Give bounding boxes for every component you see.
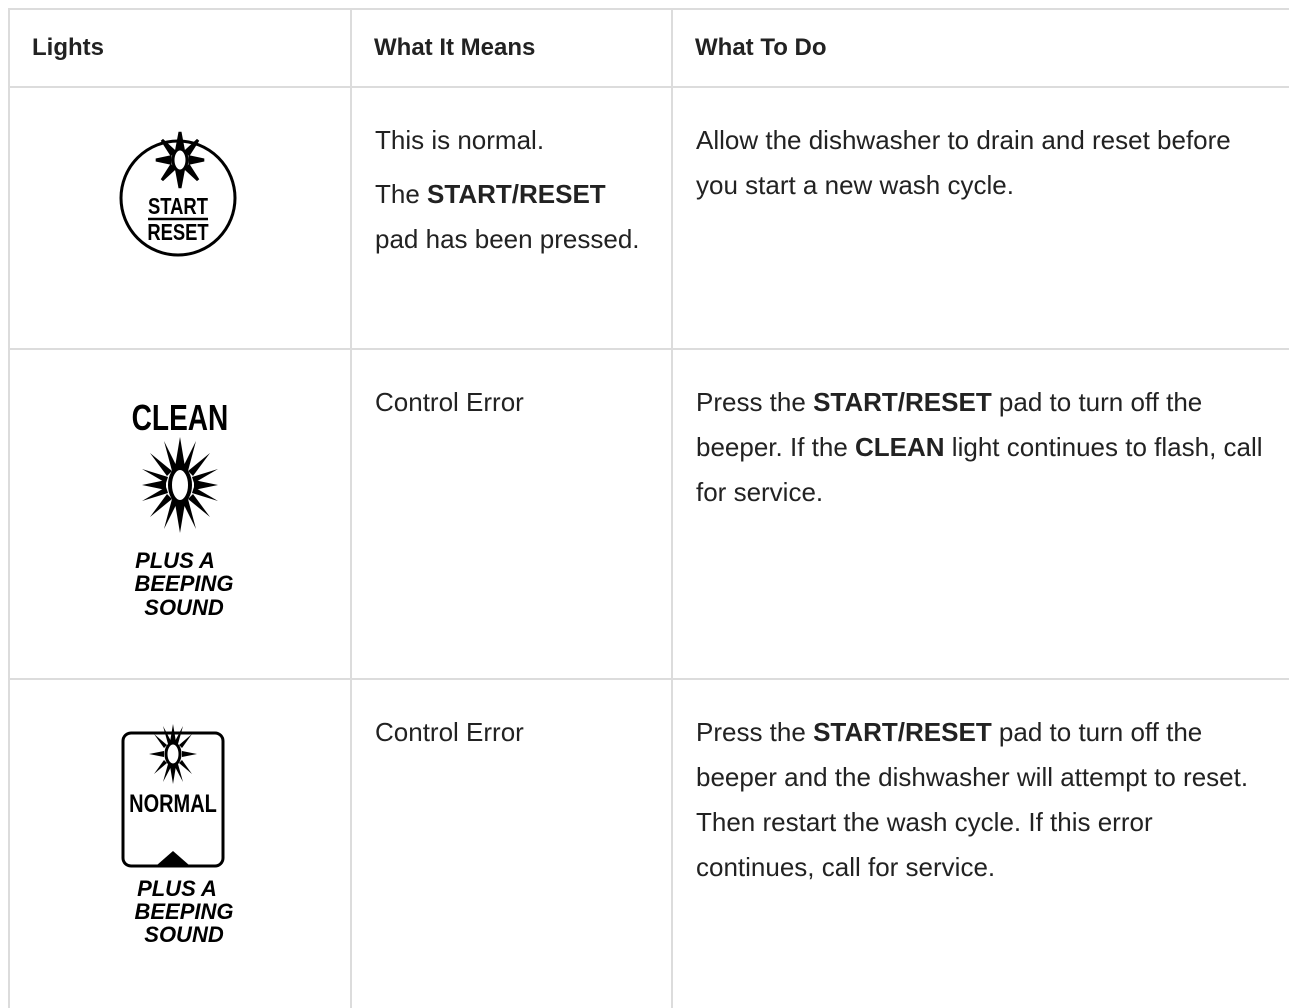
meaning-text-part: The bbox=[375, 179, 428, 209]
lights-cell: NORMAL PLUS A BEEPING SOUND bbox=[8, 678, 352, 1008]
flash-burst-icon bbox=[155, 131, 205, 189]
meaning-text: Control Error bbox=[375, 387, 524, 417]
meaning-cell: This is normal. The START/RESET pad has … bbox=[350, 86, 673, 350]
meaning-text-2: The START/RESET pad has been pressed. bbox=[375, 172, 649, 262]
todo-cell: Press the START/RESET pad to turn off th… bbox=[671, 678, 1289, 1008]
beeping-caption-2: BEEPING bbox=[134, 571, 233, 596]
normal-label: NORMAL bbox=[129, 790, 217, 818]
beeping-caption-3: SOUND bbox=[144, 595, 224, 620]
todo-text: Press the START/RESET pad to turn off th… bbox=[696, 380, 1267, 515]
todo-bold-part: START/RESET bbox=[813, 387, 992, 417]
meaning-text: Control Error bbox=[375, 717, 524, 747]
todo-cell: Allow the dishwasher to drain and reset … bbox=[671, 86, 1289, 350]
table-row: NORMAL PLUS A BEEPING SOUND Control Erro… bbox=[8, 678, 1289, 1008]
normal-flashing-light-icon: NORMAL PLUS A BEEPING SOUND bbox=[121, 724, 234, 947]
table-row: START RESET This is normal. The START/RE… bbox=[8, 86, 1289, 350]
beeping-caption-2: BEEPING bbox=[134, 899, 233, 924]
start-label: START bbox=[148, 194, 208, 219]
header-what-to-do: What To Do bbox=[671, 8, 1289, 88]
todo-text-part: Press the bbox=[696, 387, 814, 417]
todo-text: Allow the dishwasher to drain and reset … bbox=[696, 125, 1231, 200]
lights-cell: CLEAN PLUS A BEEPING SOUND bbox=[8, 348, 352, 680]
meaning-text: This is normal. bbox=[375, 125, 545, 155]
beeping-caption-1: PLUS A bbox=[137, 876, 217, 901]
header-lights: Lights bbox=[8, 8, 352, 88]
header-what-it-means: What It Means bbox=[350, 8, 673, 88]
todo-text-part: Press the bbox=[696, 717, 814, 747]
todo-cell: Press the START/RESET pad to turn off th… bbox=[671, 348, 1289, 680]
reset-label: RESET bbox=[147, 220, 209, 245]
table-row: CLEAN PLUS A BEEPING SOUND Control Error… bbox=[8, 348, 1289, 680]
start-reset-flashing-light-icon: START RESET bbox=[119, 131, 237, 257]
meaning-bold-part: START/RESET bbox=[427, 179, 606, 209]
beeping-caption-3: SOUND bbox=[144, 922, 224, 947]
todo-bold-part: CLEAN bbox=[855, 432, 945, 462]
clean-label: CLEAN bbox=[132, 398, 229, 438]
meaning-cell: Control Error bbox=[350, 678, 673, 1008]
table-header-row: Lights What It Means What To Do bbox=[8, 8, 1289, 88]
meaning-text-part: pad has been pressed. bbox=[375, 224, 640, 254]
troubleshooting-table-container: Lights What It Means What To Do START RE… bbox=[8, 8, 1289, 1008]
beeping-caption-1: PLUS A bbox=[135, 548, 215, 573]
triangle-indicator-icon bbox=[157, 851, 189, 865]
lights-cell: START RESET bbox=[8, 86, 352, 350]
clean-flashing-light-icon: CLEAN PLUS A BEEPING SOUND bbox=[132, 398, 234, 620]
lights-table: Lights What It Means What To Do START RE… bbox=[8, 8, 1289, 1008]
todo-bold-part: START/RESET bbox=[813, 717, 992, 747]
todo-text: Press the START/RESET pad to turn off th… bbox=[696, 710, 1267, 890]
meaning-cell: Control Error bbox=[350, 348, 673, 680]
flash-burst-icon bbox=[142, 437, 218, 533]
